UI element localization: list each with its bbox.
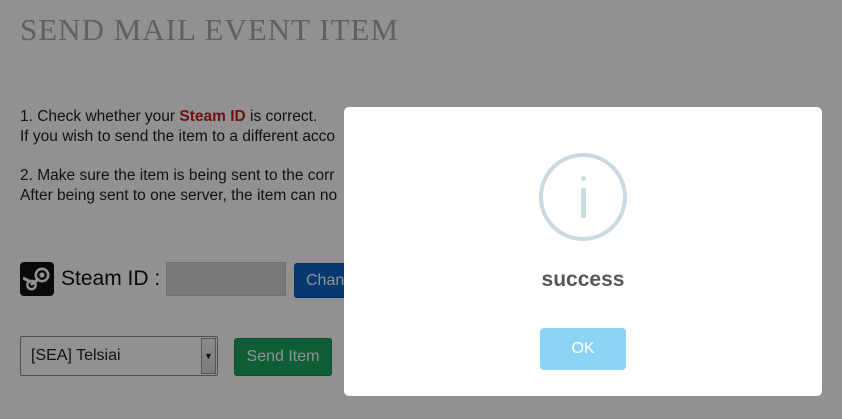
info-icon-dot: [581, 176, 586, 181]
alert-modal: success OK: [344, 107, 822, 396]
modal-message: success: [541, 268, 625, 291]
info-icon: [539, 153, 627, 241]
info-icon-stem: [581, 188, 586, 218]
ok-button[interactable]: OK: [540, 328, 626, 370]
